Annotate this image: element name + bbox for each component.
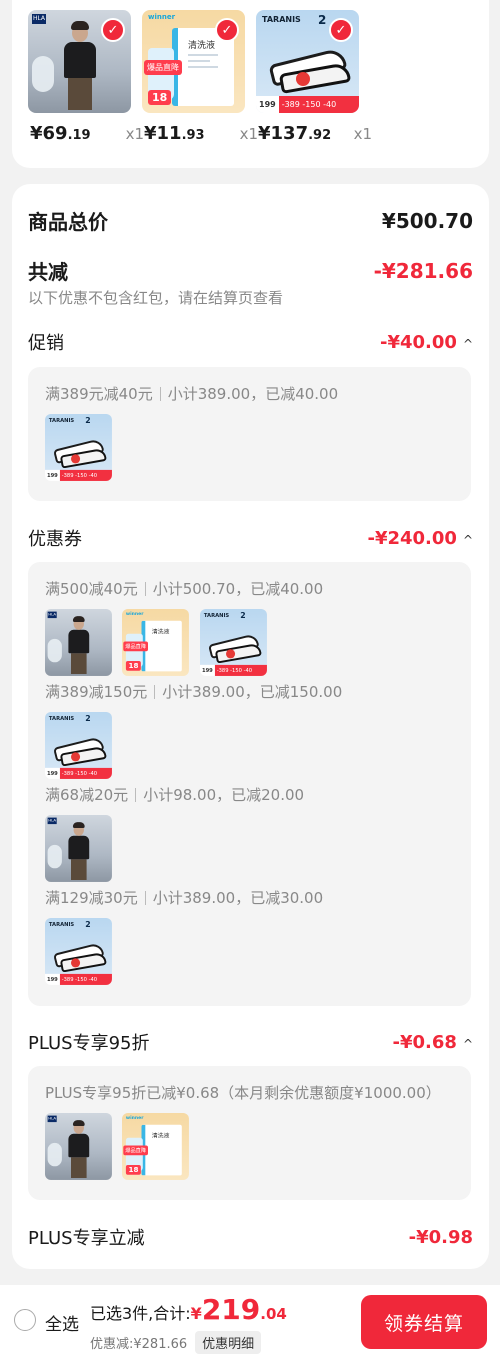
mini-image-tshirt[interactable]: HLA <box>45 609 112 676</box>
section-label: PLUS专享95折 <box>28 1033 150 1054</box>
brand-logo: winner <box>148 13 176 21</box>
rule-text: 满389元减40元 小计389.00，已减40.00 <box>45 385 339 403</box>
product-price: ¥69.19 <box>30 123 91 144</box>
mini-image-cleaner[interactable]: winner 清洗液 爆品直降 18 <box>122 1113 189 1180</box>
product-image-tshirt[interactable]: HLA ✓ <box>28 10 131 113</box>
section-label: PLUS专享立减 <box>28 1228 145 1249</box>
mini-image-cleaner[interactable]: winner 清洗液 爆品直降 18 <box>122 609 189 676</box>
section-value: -¥240.00 ^ <box>367 527 473 549</box>
checkout-button[interactable]: 领券结算 <box>361 1295 487 1349</box>
plus-panel: PLUS专享95折已减¥0.68（本月剩余优惠额度¥1000.00） HLA w… <box>28 1066 471 1200</box>
box-title: 清洗液 <box>188 41 216 51</box>
rule-text: PLUS专享95折已减¥0.68（本月剩余优惠额度¥1000.00） <box>45 1084 441 1102</box>
reduce-label: 共减 <box>28 260 68 284</box>
product-price: ¥137.92 <box>258 123 332 144</box>
total-integer: 219 <box>201 1293 261 1326</box>
checkout-bar: 全选 已选3件,合计: ¥ 219 .04 优惠减:¥281.66 优惠明细 领… <box>0 1285 500 1357</box>
rule-text: 满68减20元 小计98.00，已减20.00 <box>45 786 305 804</box>
shoe-accent <box>296 72 310 86</box>
section-promo[interactable]: 促销 -¥40.00 ^ <box>28 329 473 355</box>
brand-logo: TARANIS <box>262 15 301 24</box>
select-all-radio[interactable] <box>14 1309 36 1331</box>
mini-image-tshirt[interactable]: HLA <box>45 815 112 882</box>
product-qty: x1 <box>125 125 144 143</box>
reduce-row: 共减 -¥281.66 <box>28 256 473 285</box>
mini-image-tshirt[interactable]: HLA <box>45 1113 112 1180</box>
decor-bubble <box>32 56 54 92</box>
total-decimal: .04 <box>260 1305 287 1323</box>
promo-tag: 爆品直降 <box>144 60 182 75</box>
product-image-shoes[interactable]: TARANIS 2 199 -389 -150 -40 ✓ <box>256 10 359 113</box>
model-figure <box>60 20 100 110</box>
section-value: -¥0.98 <box>408 1226 473 1248</box>
mini-image-shoes[interactable]: TARANIS 2 199 -389 -150 -40 <box>45 712 112 779</box>
price-tag: 18 <box>148 90 172 105</box>
discount-summary: 优惠减:¥281.66 优惠明细 <box>90 1331 262 1354</box>
discount-detail-button[interactable]: 优惠明细 <box>195 1331 262 1354</box>
product-item-cleaner[interactable]: winner 清洗液 爆品直降 18 ✓ ¥11.93 x1 <box>142 10 258 144</box>
rule-text: 满500减40元 小计500.70，已减40.00 <box>45 580 324 598</box>
check-icon[interactable]: ✓ <box>215 18 239 42</box>
price-bar: 199 -389 -150 -40 <box>256 96 359 113</box>
section-value: -¥40.00 ^ <box>380 331 473 353</box>
section-plus-direct: PLUS专享立减 -¥0.98 <box>28 1224 473 1250</box>
chevron-up-icon[interactable]: ^ <box>463 1037 473 1051</box>
total-value: ¥500.70 <box>381 208 473 233</box>
chevron-up-icon[interactable]: ^ <box>463 337 473 351</box>
section-plus-95[interactable]: PLUS专享95折 -¥0.68 ^ <box>28 1029 473 1055</box>
mini-image-shoes[interactable]: TARANIS 2 199 -389 -150 -40 <box>45 414 112 481</box>
total-row: 商品总价 ¥500.70 <box>28 206 473 235</box>
promo-panel: 满389元减40元 小计389.00，已减40.00 TARANIS 2 199 -38… <box>28 367 471 501</box>
reduce-value: -¥281.66 <box>373 258 473 283</box>
total-label: 商品总价 <box>28 210 108 234</box>
product-qty: x1 <box>353 125 372 143</box>
coupon-panel: 满500减40元 小计500.70，已减40.00 HLA winner 清洗液 爆品… <box>28 562 471 1006</box>
product-image-cleaner[interactable]: winner 清洗液 爆品直降 18 ✓ <box>142 10 245 113</box>
section-label: 促销 <box>28 333 64 354</box>
select-all-label[interactable]: 全选 <box>45 1310 79 1335</box>
product-price: ¥11.93 <box>144 123 205 144</box>
product-item-tshirt[interactable]: HLA ✓ ¥69.19 x1 <box>28 10 144 144</box>
chevron-up-icon[interactable]: ^ <box>463 533 473 547</box>
section-value: -¥0.68 ^ <box>392 1031 473 1053</box>
product-item-shoes[interactable]: TARANIS 2 199 -389 -150 -40 ✓ ¥137.92 x1 <box>256 10 372 144</box>
pair-count: 2 <box>318 13 327 27</box>
brand-logo: HLA <box>32 14 46 24</box>
check-icon[interactable]: ✓ <box>329 18 353 42</box>
selected-products-card: HLA ✓ ¥69.19 x1 winner 清洗液 爆品直降 18 ✓ ¥11… <box>12 0 489 168</box>
rule-text: 满129减30元 小计389.00，已减30.00 <box>45 889 324 907</box>
discount-note: 以下优惠不包含红包，请在结算页查看 <box>28 289 284 307</box>
product-qty: x1 <box>239 125 258 143</box>
discount-text: 优惠减:¥281.66 <box>90 1337 188 1352</box>
selected-count: 已选3件,合计: <box>90 1304 191 1323</box>
currency-symbol: ¥ <box>190 1304 202 1323</box>
check-icon[interactable]: ✓ <box>101 18 125 42</box>
rule-text: 满389减150元 小计389.00，已减150.00 <box>45 683 343 701</box>
total-summary: 已选3件,合计: ¥ 219 .04 <box>90 1293 287 1326</box>
section-label: 优惠券 <box>28 529 82 550</box>
mini-image-shoes[interactable]: TARANIS 2 199 -389 -150 -40 <box>45 918 112 985</box>
mini-image-shoes[interactable]: TARANIS 2 199 -389 -150 -40 <box>200 609 267 676</box>
price-detail-card: 商品总价 ¥500.70 共减 -¥281.66 以下优惠不包含红包，请在结算页… <box>12 184 489 1269</box>
section-coupon[interactable]: 优惠券 -¥240.00 ^ <box>28 525 473 551</box>
